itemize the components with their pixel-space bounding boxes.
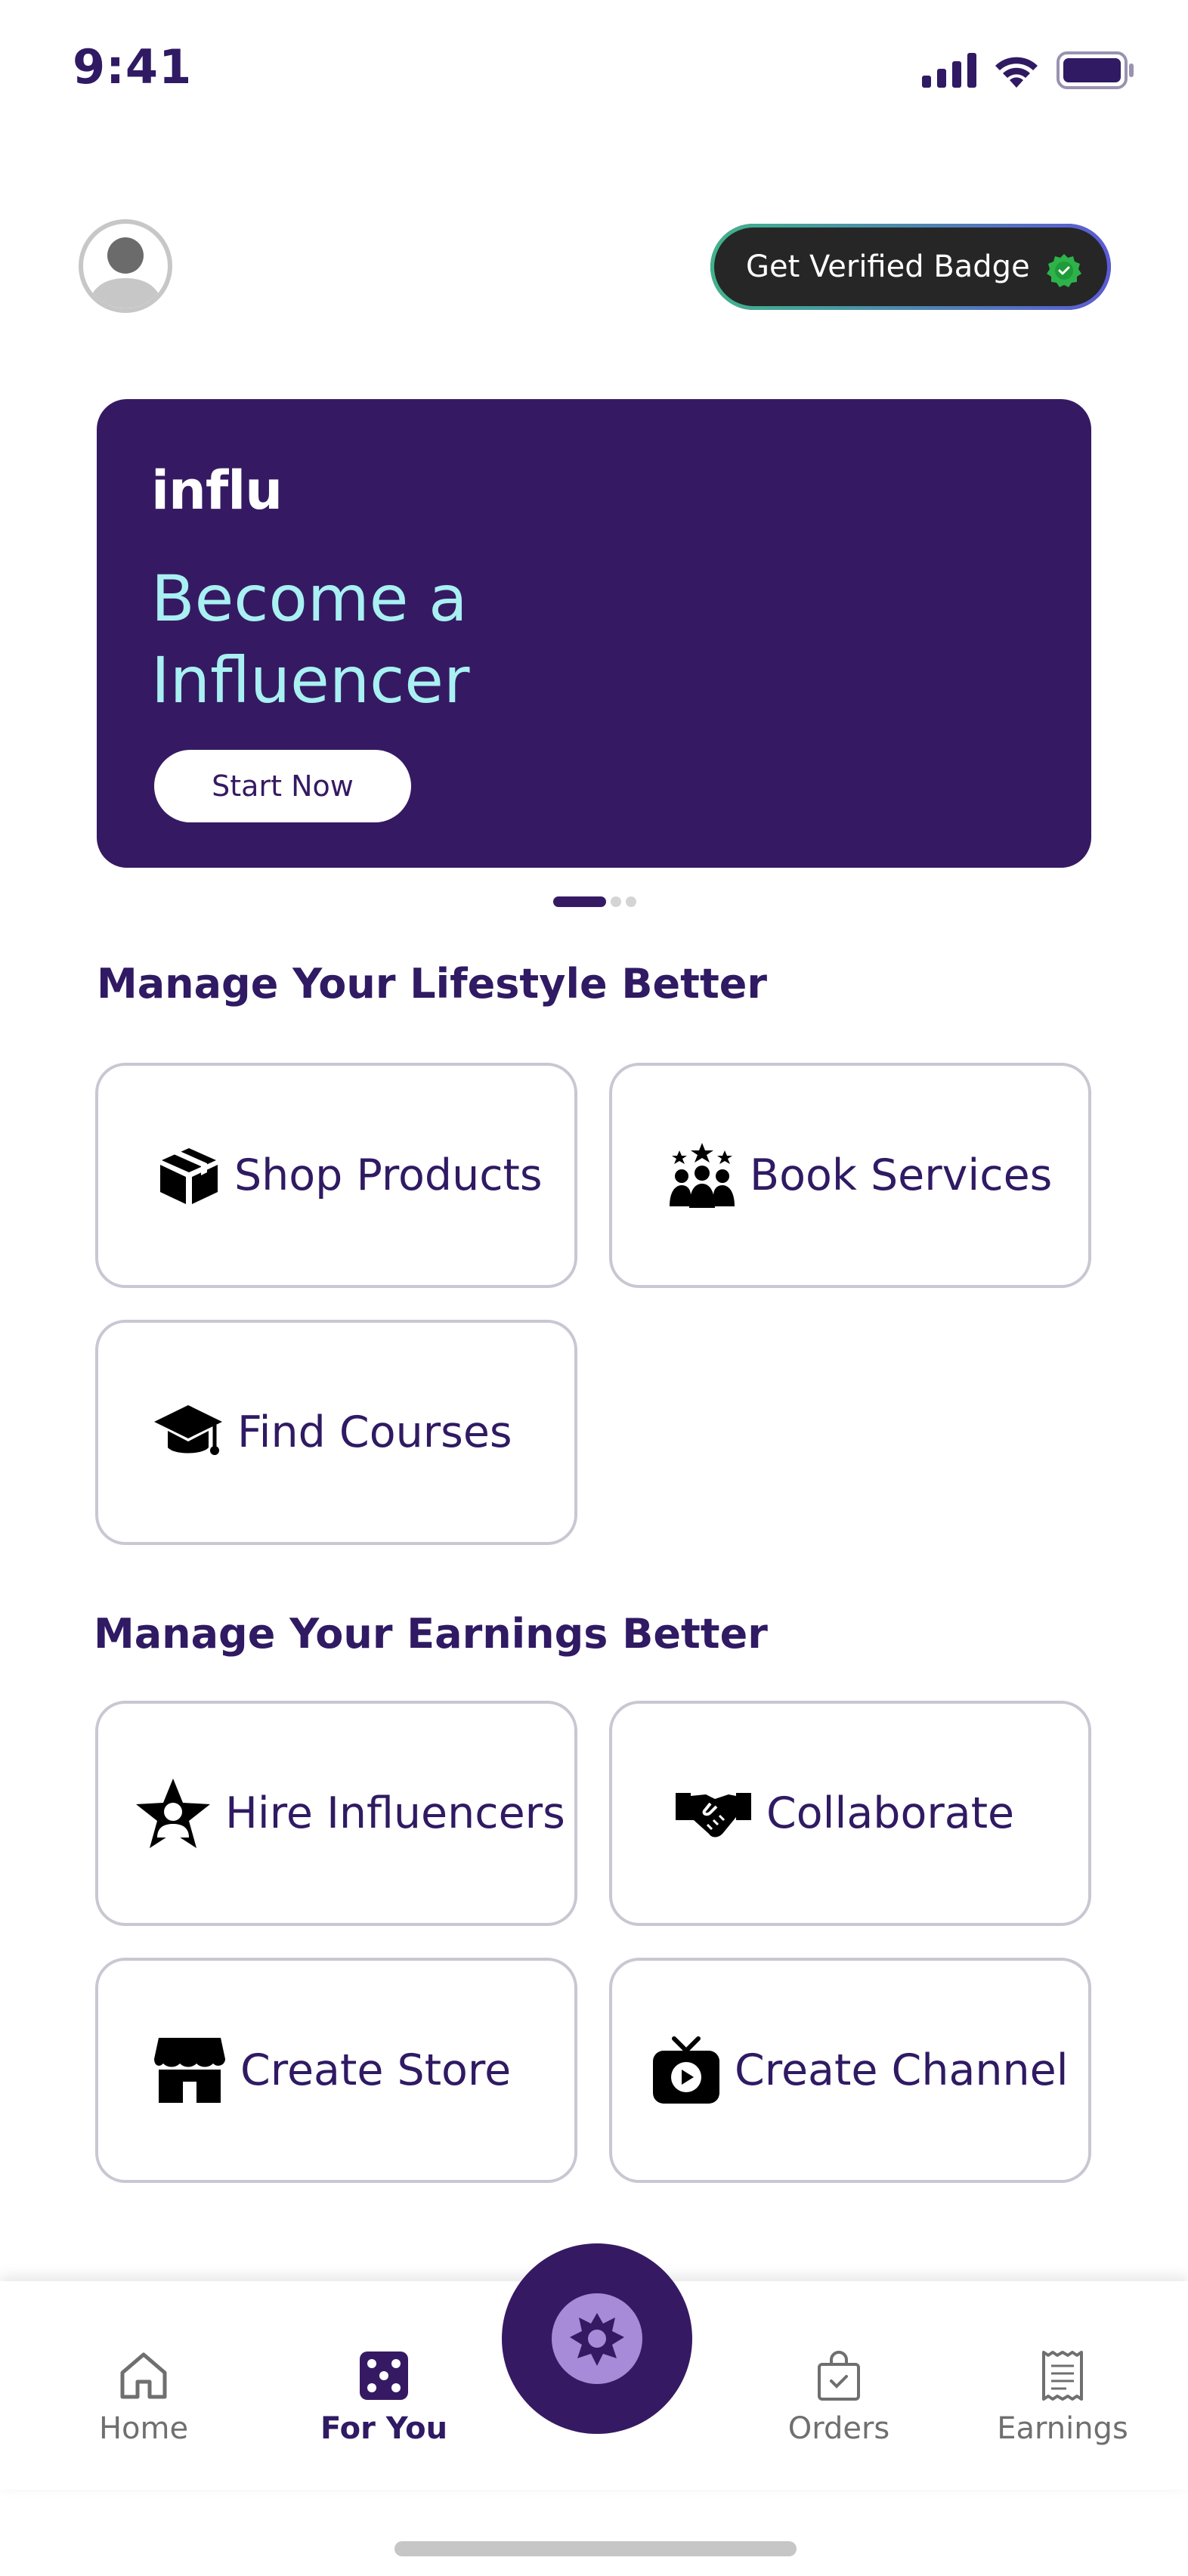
pager-dot[interactable] bbox=[626, 896, 636, 907]
store-icon bbox=[153, 2036, 227, 2104]
tab-for-you[interactable]: For You bbox=[293, 2281, 475, 2490]
card-label: Shop Products bbox=[234, 1150, 543, 1200]
status-bar: 9:41 bbox=[0, 0, 1188, 144]
get-verified-badge-button[interactable]: Get Verified Badge bbox=[710, 224, 1111, 310]
shopping-bag-icon bbox=[816, 2348, 862, 2404]
banner-pager[interactable] bbox=[553, 896, 636, 907]
tv-play-icon bbox=[651, 2036, 721, 2105]
card-label: Hire Influencers bbox=[225, 1788, 565, 1838]
book-services-card[interactable]: Book Services bbox=[609, 1063, 1091, 1288]
status-icons bbox=[922, 51, 1135, 89]
graduation-cap-icon bbox=[153, 1401, 224, 1464]
tab-label: For You bbox=[320, 2411, 448, 2446]
pager-dot-active[interactable] bbox=[553, 896, 606, 907]
card-label: Collaborate bbox=[766, 1788, 1015, 1838]
pager-dot[interactable] bbox=[611, 896, 621, 907]
dice-icon bbox=[358, 2348, 410, 2404]
home-icon bbox=[118, 2348, 169, 2404]
package-icon bbox=[157, 1144, 221, 1207]
start-now-button[interactable]: Start Now bbox=[154, 750, 411, 822]
handshake-icon bbox=[674, 1787, 753, 1840]
earnings-section-title: Manage Your Earnings Better bbox=[94, 1610, 768, 1658]
card-label: Create Channel bbox=[735, 2045, 1069, 2095]
verified-badge-label: Get Verified Badge bbox=[746, 249, 1030, 284]
wifi-icon bbox=[995, 57, 1038, 88]
banner-title: Become a Influencer bbox=[151, 562, 470, 717]
find-courses-card[interactable]: Find Courses bbox=[95, 1320, 577, 1545]
tab-label: Home bbox=[98, 2411, 189, 2446]
tab-orders[interactable]: Orders bbox=[748, 2281, 930, 2490]
tab-home[interactable]: Home bbox=[53, 2281, 234, 2490]
signal-icon bbox=[922, 53, 976, 88]
shop-products-card[interactable]: Shop Products bbox=[95, 1063, 577, 1288]
brand-logo: influ bbox=[151, 460, 283, 522]
tab-label: Orders bbox=[787, 2411, 890, 2446]
card-label: Book Services bbox=[750, 1150, 1053, 1200]
card-label: Find Courses bbox=[237, 1407, 512, 1457]
verified-badge-icon bbox=[1047, 254, 1081, 287]
profile-avatar[interactable] bbox=[79, 219, 172, 313]
tab-label: Earnings bbox=[997, 2411, 1128, 2446]
create-channel-card[interactable]: Create Channel bbox=[609, 1958, 1091, 2183]
lifestyle-section-title: Manage Your Lifestyle Better bbox=[97, 960, 768, 1008]
hire-influencers-card[interactable]: Hire Influencers bbox=[95, 1701, 577, 1926]
status-time: 9:41 bbox=[73, 39, 193, 94]
tab-earnings[interactable]: Earnings bbox=[972, 2281, 1153, 2490]
user-icon bbox=[88, 237, 163, 308]
card-label: Create Store bbox=[240, 2045, 512, 2095]
star-person-icon bbox=[135, 1777, 212, 1850]
brand-logo-icon bbox=[552, 2293, 642, 2384]
battery-icon bbox=[1057, 51, 1134, 89]
receipt-icon bbox=[1041, 2348, 1084, 2404]
center-action-button[interactable] bbox=[502, 2243, 692, 2434]
group-icon bbox=[668, 1141, 736, 1209]
home-indicator bbox=[394, 2541, 797, 2556]
collaborate-card[interactable]: Collaborate bbox=[609, 1701, 1091, 1926]
promo-banner[interactable]: influ Become a Influencer Start Now bbox=[97, 399, 1091, 868]
create-store-card[interactable]: Create Store bbox=[95, 1958, 577, 2183]
